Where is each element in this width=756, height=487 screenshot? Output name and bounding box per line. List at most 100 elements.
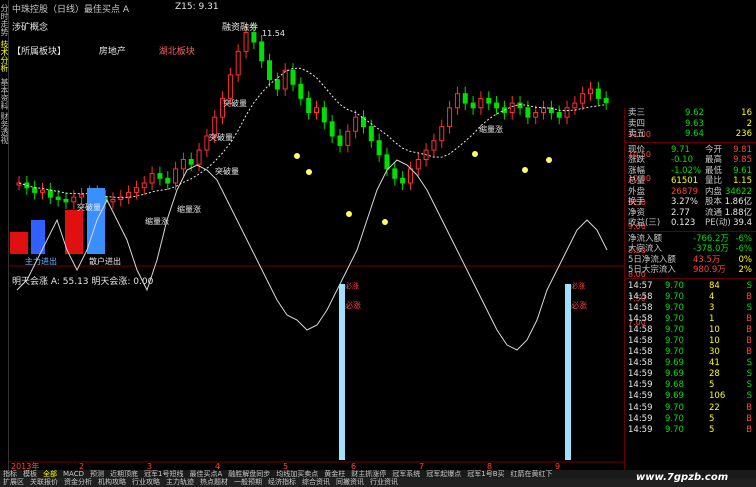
indicator-tab[interactable]: 冠军1号B买 (464, 470, 507, 478)
candle-body (603, 97, 609, 104)
trade-row: 14:58 9.70 3 S (625, 303, 756, 314)
candle-body (63, 198, 69, 203)
trade-price: 9.70 (665, 402, 684, 413)
quote-label: 换手 (628, 197, 646, 207)
indicator-title: 明天会涨 A: 55.13 明天会涨: 0.00 (12, 277, 154, 287)
breakthrough-label: 突破量 (215, 166, 239, 176)
sell-row: 卖四 9.63 2 (625, 119, 756, 130)
candle-body (321, 107, 327, 123)
breakthrough-label: 突破量 (223, 98, 247, 108)
trade-row: 14:59 9.69 28 S (625, 369, 756, 380)
trade-volume: 4 (709, 291, 715, 302)
flow-value: 980.9万 (693, 265, 726, 275)
quote-row: 外盘 26879 内盘 34622 (625, 187, 756, 198)
quote-value: 1.86亿 (724, 197, 752, 207)
extension-tab[interactable]: 主力轨迹 (163, 478, 197, 487)
trade-row: 14:58 9.70 1 B (625, 314, 756, 325)
trade-time: 14:58 (628, 313, 653, 324)
extension-tab[interactable]: 关联报价 (27, 478, 61, 487)
candle-body (392, 168, 398, 179)
trade-price: 9.69 (665, 391, 684, 402)
sell-price: 9.62 (685, 108, 704, 118)
signal-label: 必涨 (345, 300, 361, 310)
extension-tab[interactable]: 同撇资讯 (333, 478, 367, 487)
indicator-tab[interactable]: 红箭在黄红下 (508, 470, 556, 478)
indicator-tab[interactable]: 模板 (20, 470, 40, 478)
date-axis-label: 3 (147, 462, 152, 470)
tab-basic-info[interactable]: 基本资料 (0, 78, 9, 110)
quote-row: 涨幅 -1.02% 最低 9.61 (625, 166, 756, 177)
trade-direction: S (746, 280, 752, 291)
candle-body (47, 189, 53, 198)
quote-value: 9.85 (733, 155, 752, 165)
indicator-tab[interactable]: 均线加买卖点 (273, 470, 321, 478)
date-axis-label: 9 (555, 462, 560, 470)
shrink-volume-label: 缩量涨 (479, 124, 503, 134)
tab-finance[interactable]: 财务透视 (0, 112, 9, 144)
trade-row: 14:58 9.70 10 B (625, 336, 756, 347)
extension-tab[interactable]: 一般预期 (231, 478, 265, 487)
trade-time: 14:57 (628, 280, 653, 291)
price-chart[interactable]: 11.54突破量突破量突破量缩量涨缩量涨缩量涨突破量主力进出 散户进出 必涨 必涨必… (9, 0, 624, 470)
indicator-tab[interactable]: 冠军1号短线 (141, 470, 186, 478)
candle-body (227, 74, 233, 99)
quote-value: 39.4 (733, 218, 752, 228)
tab-technical[interactable]: 技术分析 (0, 40, 9, 72)
indicator-tab[interactable]: 财主抓涨停 (348, 470, 389, 478)
quote-panel: 卖三 9.62 16 卖四 9.63 2 卖五 9.64 236 现价 9.71 今开 9.81 涨跌 -0… (624, 108, 756, 470)
candle-body (259, 41, 265, 62)
quote-row: 总量 61501 量比 1.15 (625, 176, 756, 187)
flow-label: 5日大宗流入 (628, 265, 676, 275)
date-axis-label: 7 (419, 462, 424, 470)
shrink-volume-label: 缩量涨 (177, 204, 201, 214)
buy-point-dot (306, 169, 312, 175)
tab-intraday[interactable]: 分时走势 (0, 4, 9, 36)
sector-real-estate[interactable]: 房地产 (99, 47, 126, 57)
indicator-tab[interactable]: MACD (60, 470, 87, 478)
main-flow-bar (10, 232, 28, 254)
candle-body (329, 121, 335, 137)
indicator-tab[interactable]: 指标 (0, 470, 20, 478)
sell-volume: 236 (735, 129, 752, 139)
trade-price: 9.70 (665, 335, 684, 346)
extension-tab[interactable]: 资金分析 (61, 478, 95, 487)
indicator-tab[interactable]: 冠军起爆点 (423, 470, 464, 478)
candle-body (274, 79, 280, 90)
candle-body (431, 140, 437, 151)
sell-row: 卖五 9.64 236 (625, 129, 756, 140)
indicator-tab[interactable]: 近期顶底 (107, 470, 141, 478)
trade-direction: S (746, 358, 752, 369)
extension-tab[interactable]: 综合资讯 (299, 478, 333, 487)
extension-tab[interactable]: 机构攻略 (95, 478, 129, 487)
extension-tab[interactable]: 行业攻略 (129, 478, 163, 487)
quote-row: 涨跌 -0.10 最高 9.85 (625, 155, 756, 166)
trade-row: 14:59 9.69 106 S (625, 391, 756, 402)
extension-tab[interactable]: 行业资讯 (367, 478, 401, 487)
indicator-tab[interactable]: 全部 (40, 470, 60, 478)
trade-row: 14:59 9.70 5 B (625, 425, 756, 436)
sell-label: 卖三 (628, 108, 646, 118)
sector-hubei[interactable]: 湖北板块 (159, 47, 195, 57)
indicator-tab[interactable]: 黄金柱 (321, 470, 348, 478)
indicator-tab[interactable]: 预测 (87, 470, 107, 478)
extension-tab[interactable]: 热点题材 (197, 478, 231, 487)
trade-volume: 84 (709, 280, 720, 291)
extension-tab[interactable]: 扩展区 (0, 478, 27, 487)
trade-volume: 1 (709, 313, 715, 324)
extension-tab[interactable]: 经济指标 (265, 478, 299, 487)
buy-point-dot (522, 167, 528, 173)
signal-spike (565, 284, 571, 460)
flow-row: 净流入额 -766.2万 -6% (625, 234, 756, 245)
candle-body (110, 198, 116, 203)
flow-value: -766.2万 (693, 233, 729, 244)
trade-price: 9.69 (665, 369, 684, 380)
trade-direction: S (746, 302, 752, 313)
trade-price: 9.70 (665, 313, 684, 324)
trade-price: 9.70 (665, 324, 684, 335)
indicator-tab[interactable]: 融胜解盘同步 (225, 470, 273, 478)
trade-price: 9.70 (665, 291, 684, 302)
indicator-tab[interactable]: 冠军系统 (389, 470, 423, 478)
quote-label: 流通 (705, 207, 723, 218)
candle-body (243, 32, 249, 52)
indicator-tab[interactable]: 最佳买点A (186, 470, 225, 478)
